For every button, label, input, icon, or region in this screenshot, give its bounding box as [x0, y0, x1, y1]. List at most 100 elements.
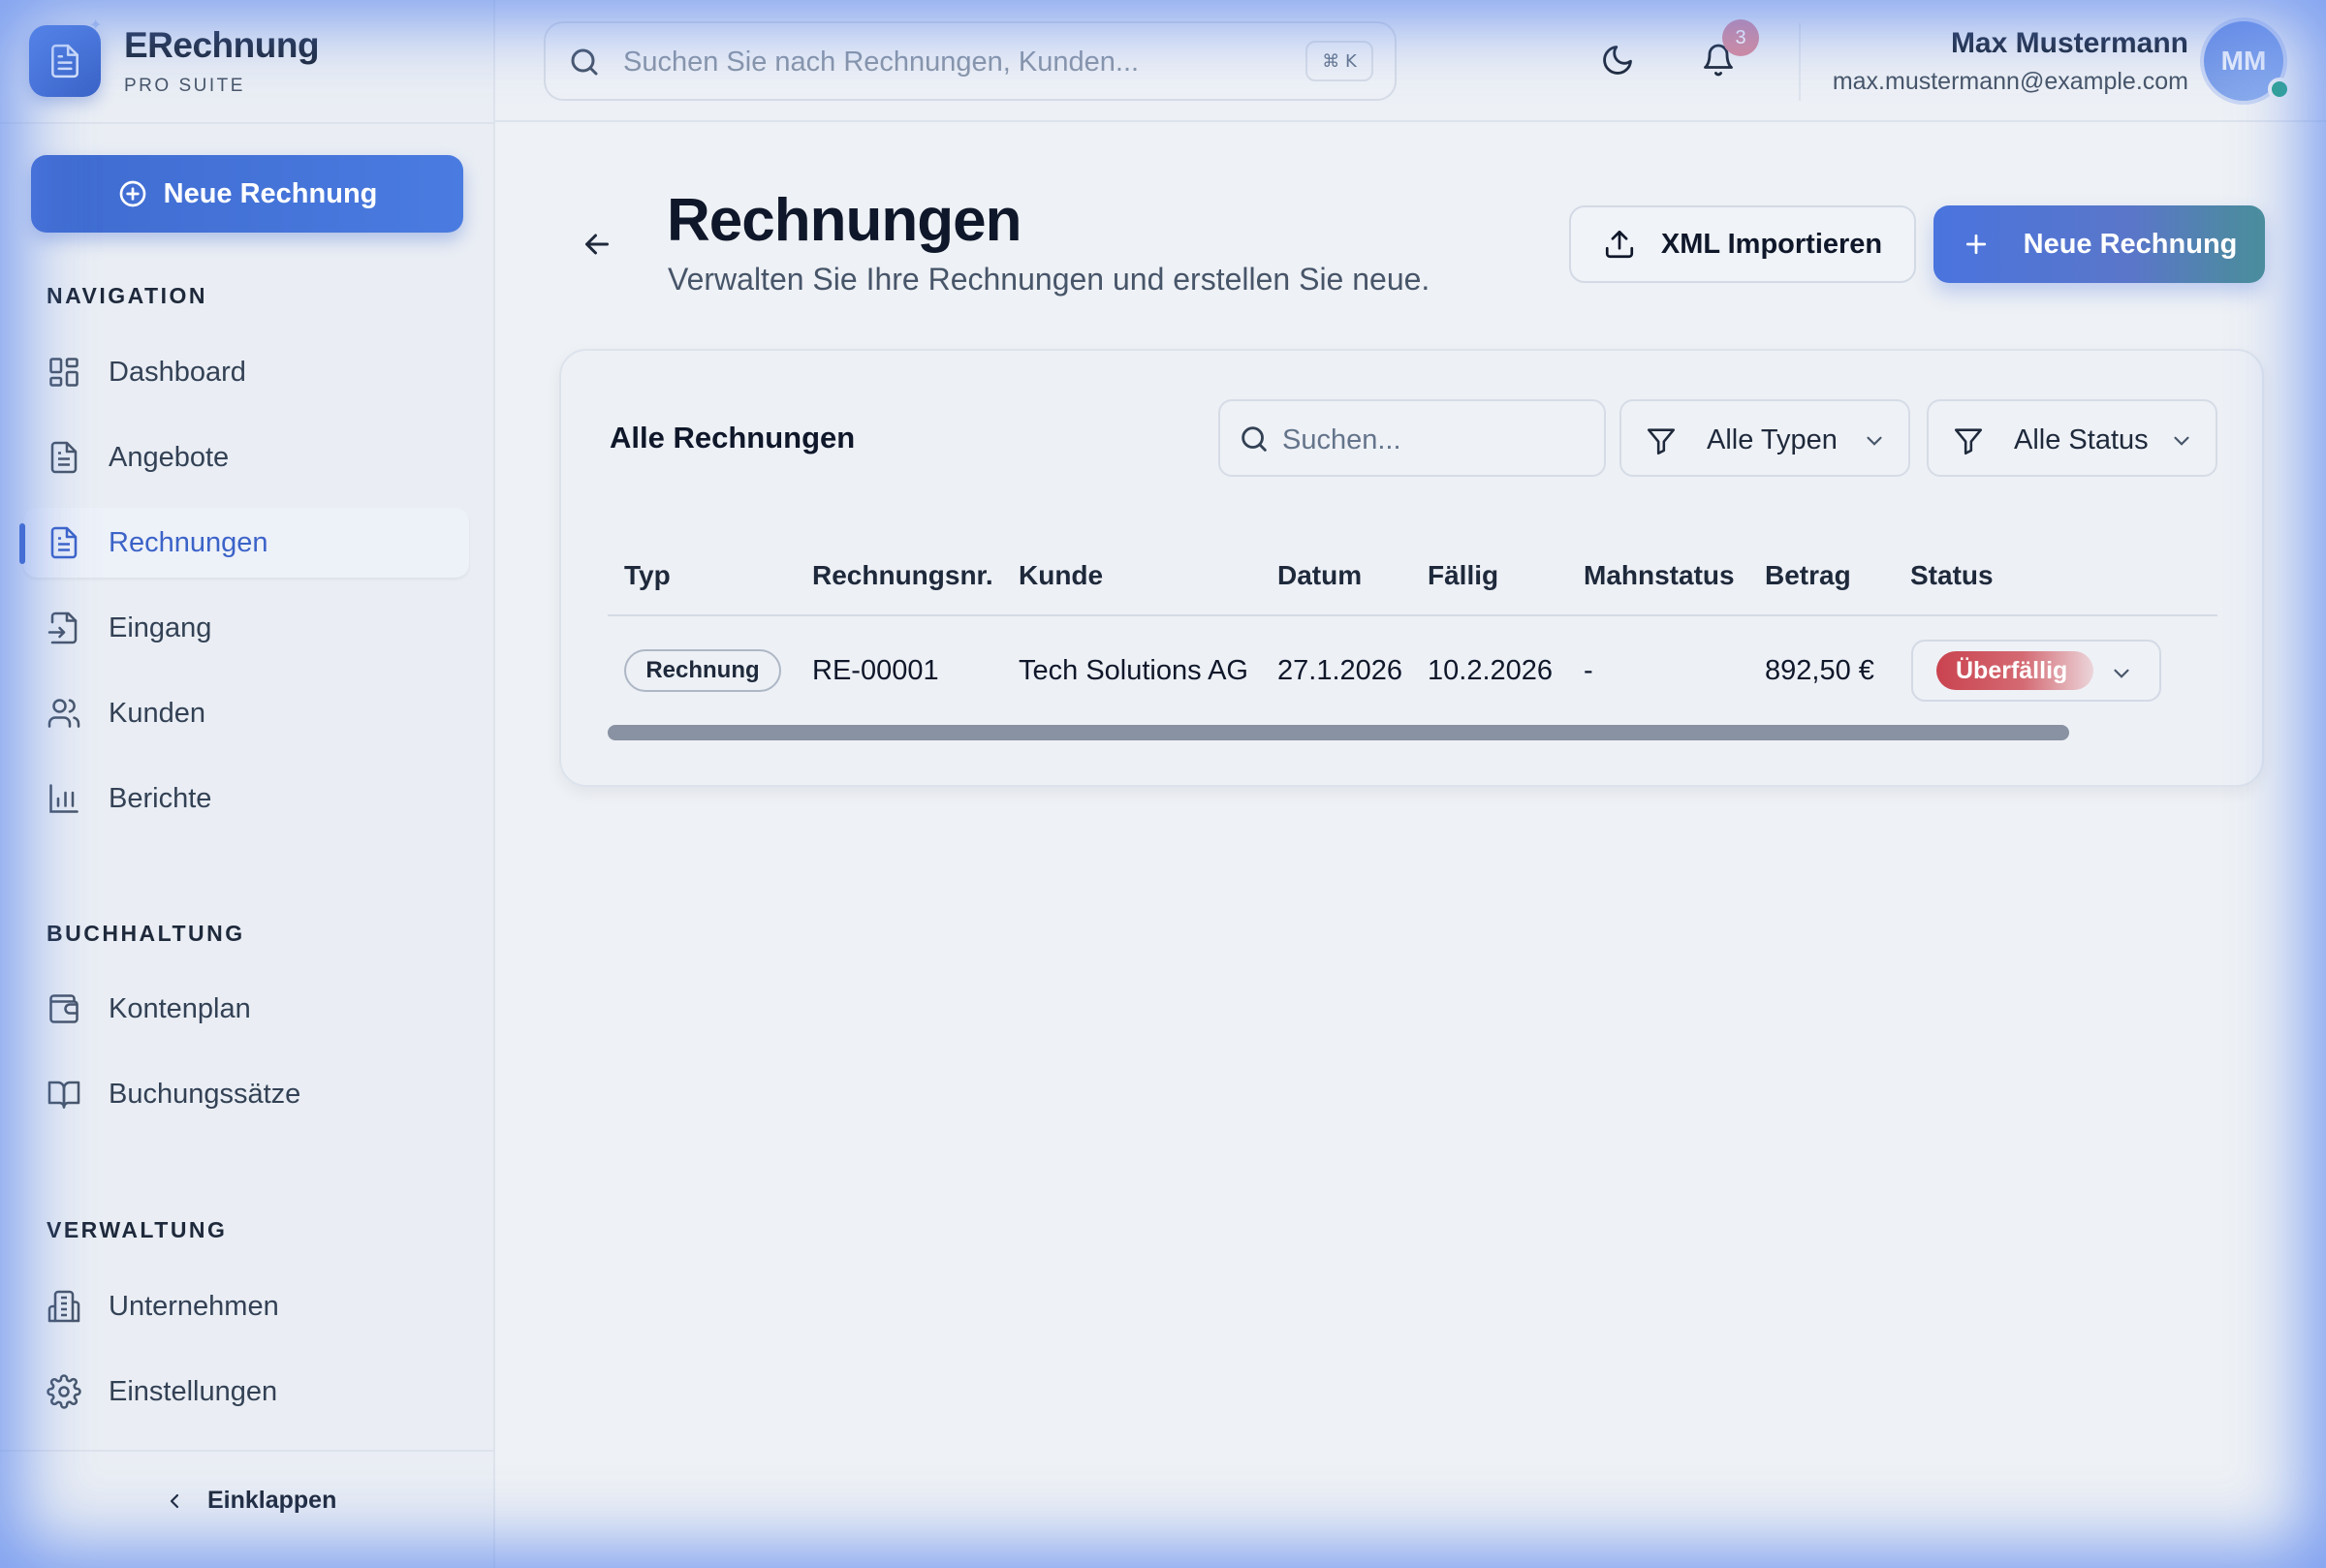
bar-chart-icon — [49, 784, 79, 813]
chevron-left-icon — [170, 1493, 179, 1508]
wallet-icon — [49, 994, 79, 1023]
xml-import-button[interactable]: XML Importieren — [1569, 205, 1916, 283]
keyboard-shortcut: ⌘ K — [1305, 41, 1373, 81]
status-badge: Überfällig — [1936, 651, 2093, 690]
book-open-icon — [47, 1081, 80, 1109]
building-icon — [47, 1290, 80, 1323]
chevron-down-icon — [2174, 436, 2189, 446]
global-search-input[interactable]: Suchen Sie nach Rechnungen, Kunden... ⌘ … — [544, 21, 1397, 101]
column-header-betrag[interactable]: Betrag — [1765, 560, 1851, 591]
divider — [0, 1450, 495, 1452]
file-input-icon — [47, 612, 78, 644]
page-subtitle: Verwalten Sie Ihre Rechnungen und erstel… — [668, 262, 1430, 297]
sidebar-item-rechnungen[interactable]: Rechnungen — [19, 508, 469, 578]
invoice-search-input[interactable]: Suchen... — [1218, 399, 1606, 477]
status-filter-label: Alle Status — [2014, 424, 2149, 455]
plus-circle-icon — [119, 180, 145, 207]
user-email: max.mustermann@example.com — [1832, 68, 2188, 95]
chevron-down-icon — [1867, 436, 1882, 446]
sidebar: ✦ ERechnung PRO SUITE Neue Rechnung NAVI… — [0, 0, 495, 1568]
column-header-mahnstatus[interactable]: Mahnstatus — [1584, 560, 1735, 591]
sidebar-item-label: Dashboard — [109, 356, 246, 388]
sidebar-item-eingang[interactable]: Eingang — [23, 593, 469, 663]
chevron-down-icon — [2114, 669, 2129, 678]
page-title: Rechnungen — [667, 187, 1022, 254]
sidebar-item-dashboard[interactable]: Dashboard — [23, 337, 469, 407]
file-text-icon — [50, 526, 78, 559]
new-invoice-header-button[interactable]: Neue Rechnung — [1933, 205, 2265, 283]
layout-grid-icon — [49, 358, 79, 387]
horizontal-scrollbar[interactable] — [608, 725, 2069, 740]
column-header-rechnungsnr[interactable]: Rechnungsnr. — [812, 560, 993, 591]
sidebar-item-angebote[interactable]: Angebote — [23, 423, 469, 492]
brand-logo-icon: ✦ — [29, 17, 102, 97]
upload-icon — [1605, 230, 1633, 259]
sidebar-item-label: Eingang — [109, 612, 212, 643]
cell-mahnstatus: - — [1584, 655, 1593, 686]
search-icon — [1242, 426, 1267, 452]
column-header-faellig[interactable]: Fällig — [1428, 560, 1498, 591]
table-header-divider — [608, 614, 2217, 616]
column-header-kunde[interactable]: Kunde — [1019, 560, 1103, 591]
sidebar-item-label: Berichte — [109, 782, 212, 814]
new-invoice-button[interactable]: Neue Rechnung — [31, 155, 463, 233]
sidebar-item-label: Einstellungen — [109, 1375, 278, 1407]
filter-icon — [1954, 428, 1983, 455]
search-placeholder: Suchen Sie nach Rechnungen, Kunden... — [623, 47, 1140, 78]
cell-datum: 27.1.2026 — [1277, 655, 1403, 686]
file-text-icon — [50, 441, 78, 474]
type-filter-select[interactable]: Alle Typen — [1619, 399, 1910, 477]
brand-subtitle: PRO SUITE — [124, 76, 245, 96]
section-navigation: NAVIGATION — [47, 283, 207, 308]
cell-kunde: Tech Solutions AG — [1019, 655, 1248, 686]
sidebar-item-label: Unternehmen — [109, 1290, 279, 1322]
status-select[interactable]: Überfällig — [1911, 640, 2161, 702]
sparkle-icon: ✦ — [89, 17, 103, 34]
moon-icon[interactable] — [1600, 43, 1635, 78]
invoice-search-placeholder: Suchen... — [1282, 424, 1401, 455]
sidebar-item-einstellungen[interactable]: Einstellungen — [23, 1357, 469, 1427]
column-header-typ[interactable]: Typ — [624, 560, 671, 591]
collapse-label: Einklappen — [207, 1487, 337, 1514]
sidebar-item-label: Kunden — [109, 697, 205, 729]
brand[interactable]: ✦ ERechnung PRO SUITE — [29, 17, 320, 97]
topbar: Suchen Sie nach Rechnungen, Kunden... ⌘ … — [495, 0, 2326, 122]
section-verwaltung: VERWALTUNG — [47, 1217, 228, 1242]
notification-badge: 3 — [1722, 19, 1759, 56]
sidebar-item-label: Kontenplan — [109, 992, 251, 1024]
xml-import-label: XML Importieren — [1660, 228, 1883, 260]
column-header-status[interactable]: Status — [1910, 560, 1994, 591]
filter-icon — [1647, 428, 1676, 455]
section-buchhaltung: BUCHHALTUNG — [47, 921, 245, 946]
divider — [1799, 23, 1801, 101]
plus-icon — [1965, 234, 1986, 255]
card-title: Alle Rechnungen — [610, 421, 856, 455]
sidebar-item-kunden[interactable]: Kunden — [23, 678, 469, 748]
cell-rechnungsnr[interactable]: RE-00001 — [812, 655, 939, 687]
sidebar-item-buchungssaetze[interactable]: Buchungssätze — [23, 1059, 469, 1129]
search-icon — [571, 48, 598, 76]
cell-betrag: 892,50 € — [1765, 655, 1874, 686]
type-badge: Rechnung — [624, 649, 781, 692]
collapse-sidebar-button[interactable]: Einklappen — [163, 1487, 336, 1515]
sidebar-item-label: Angebote — [109, 441, 230, 473]
new-invoice-label: Neue Rechnung — [163, 177, 378, 209]
sidebar-item-unternehmen[interactable]: Unternehmen — [23, 1271, 469, 1341]
divider — [0, 122, 495, 124]
back-arrow-icon[interactable] — [580, 227, 614, 262]
sidebar-item-label: Buchungssätze — [109, 1078, 301, 1110]
sidebar-item-label: Rechnungen — [109, 526, 268, 558]
cell-faellig: 10.2.2026 — [1428, 655, 1554, 686]
invoices-card: Alle Rechnungen Suchen... Alle Typen All… — [559, 349, 2264, 787]
user-name: Max Mustermann — [1950, 27, 2188, 59]
type-filter-label: Alle Typen — [1707, 424, 1838, 455]
status-filter-select[interactable]: Alle Status — [1927, 399, 2217, 477]
active-indicator — [19, 523, 25, 564]
sidebar-item-berichte[interactable]: Berichte — [23, 764, 469, 833]
new-invoice-header-label: Neue Rechnung — [2023, 228, 2238, 260]
sidebar-item-kontenplan[interactable]: Kontenplan — [23, 974, 469, 1044]
users-icon — [47, 699, 80, 728]
column-header-datum[interactable]: Datum — [1277, 560, 1362, 591]
online-status-dot — [2268, 78, 2291, 101]
gear-icon — [47, 1374, 81, 1409]
